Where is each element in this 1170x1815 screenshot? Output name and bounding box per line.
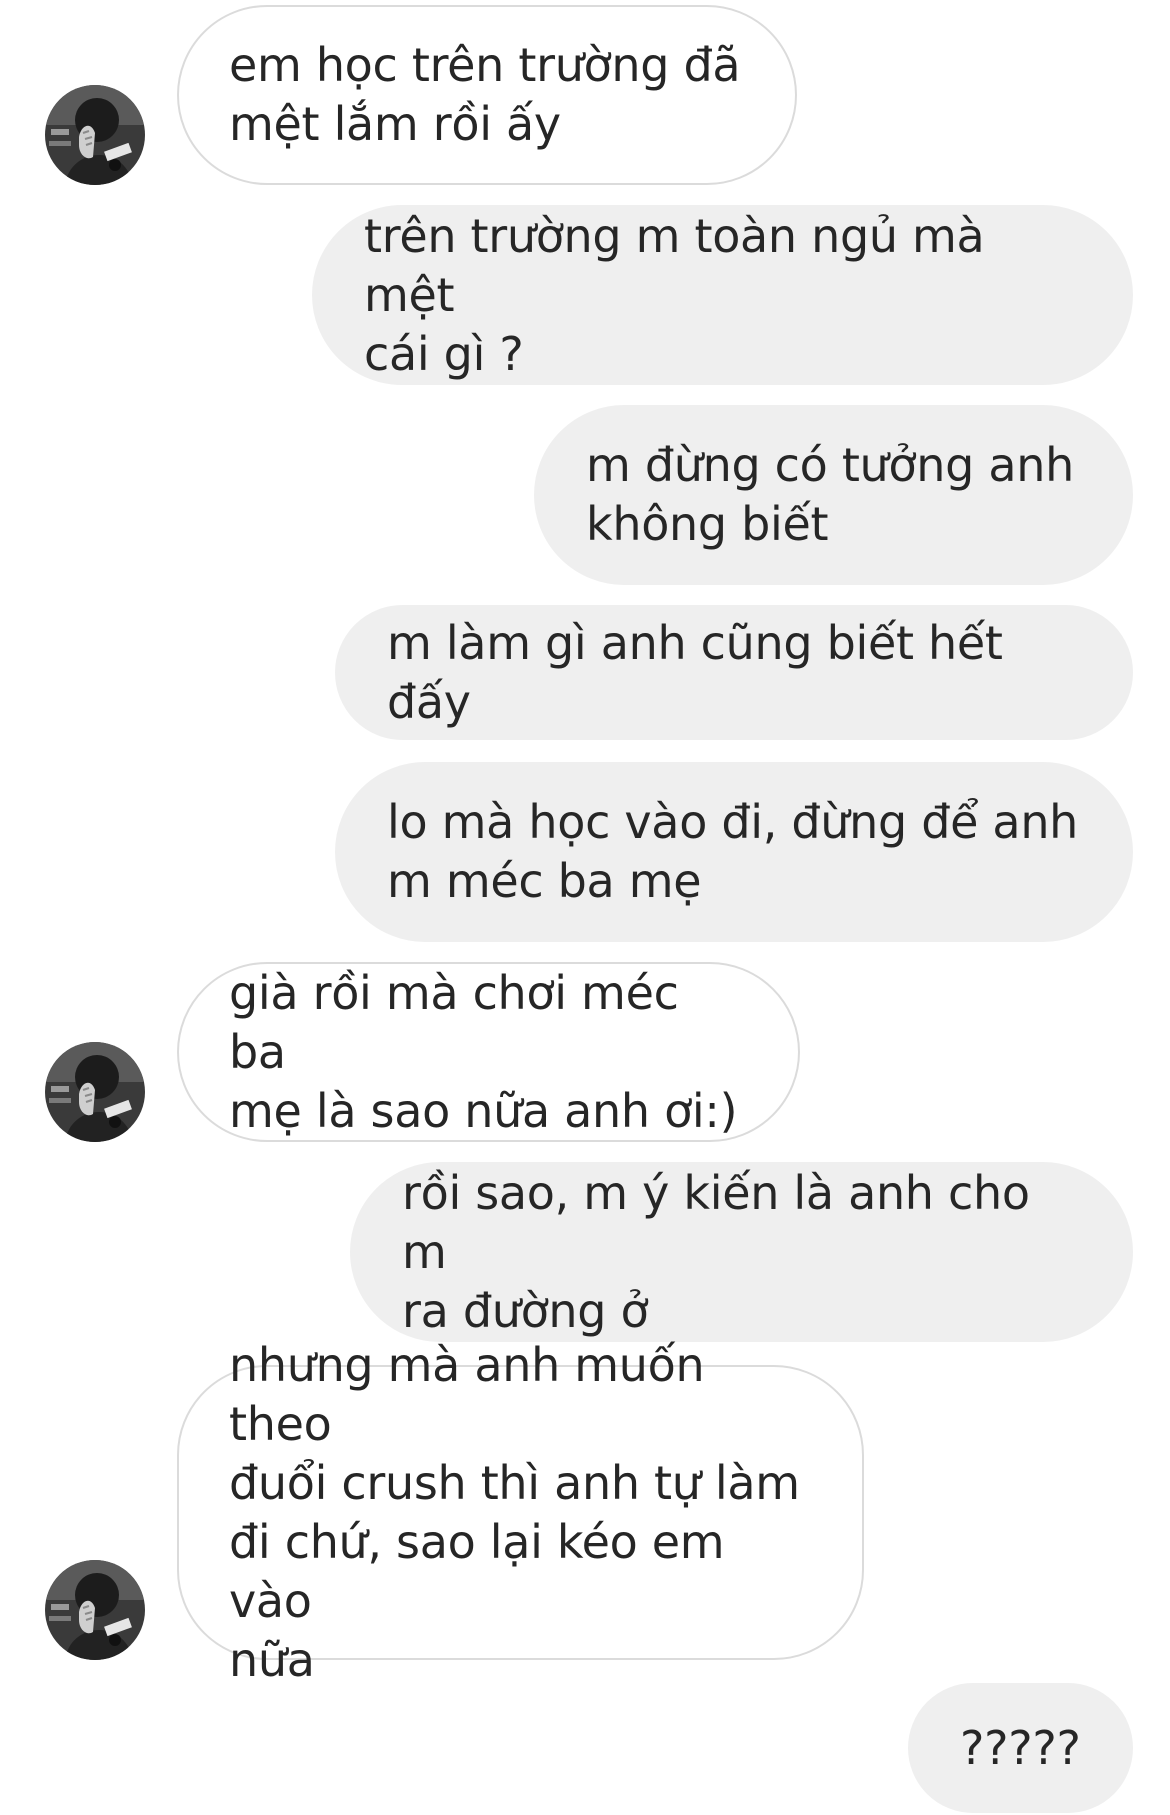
message-bubble-incoming[interactable]: nhưng mà anh muốn theo đuổi crush thì an… xyxy=(177,1338,864,1687)
message-bubble-outgoing[interactable]: lo mà học vào đi, đừng để anh m méc ba m… xyxy=(335,762,1133,942)
message-bubble-incoming[interactable]: em học trên trường đã mệt lắm rồi ấy xyxy=(177,5,797,185)
avatar[interactable] xyxy=(45,1560,145,1660)
avatar[interactable] xyxy=(45,1042,145,1142)
profile-photo-icon xyxy=(45,85,145,185)
profile-photo-icon xyxy=(45,1560,145,1660)
profile-photo-icon xyxy=(45,1042,145,1142)
message-bubble-outgoing[interactable]: m làm gì anh cũng biết hết đấy xyxy=(335,605,1133,740)
message-bubble-outgoing[interactable]: m đừng có tưởng anh không biết xyxy=(534,405,1133,585)
avatar[interactable] xyxy=(45,85,145,185)
conversation-thread: em học trên trường đã mệt lắm rồi ấy trê… xyxy=(0,0,1170,1815)
message-bubble-outgoing[interactable]: trên trường m toàn ngủ mà mệt cái gì ? xyxy=(312,205,1133,385)
message-bubble-outgoing[interactable]: ????? xyxy=(908,1683,1133,1813)
message-bubble-outgoing[interactable]: rồi sao, m ý kiến là anh cho m ra đường … xyxy=(350,1162,1133,1342)
message-bubble-incoming[interactable]: già rồi mà chơi méc ba mẹ là sao nữa anh… xyxy=(177,962,800,1142)
